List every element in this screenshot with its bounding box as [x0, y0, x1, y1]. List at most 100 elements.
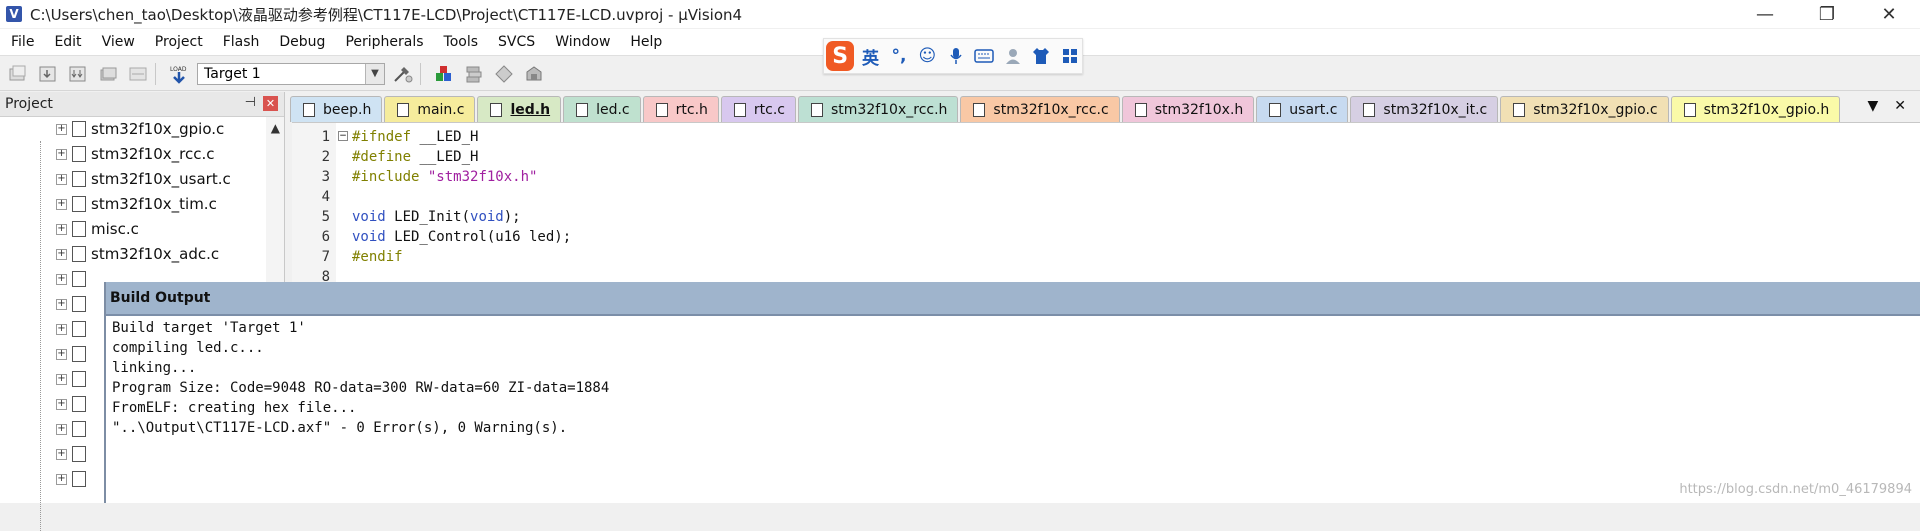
batch-build-icon[interactable] [96, 62, 120, 86]
expand-icon[interactable]: + [56, 398, 67, 410]
code-token: __LED_H [411, 149, 479, 165]
tab-stm32f10x-h[interactable]: stm32f10x.h [1121, 96, 1255, 122]
user-icon[interactable] [1001, 43, 1025, 69]
tree-item[interactable]: + stm32f10x_gpio.c [56, 117, 224, 141]
mic-icon[interactable] [944, 43, 968, 69]
translate-icon[interactable] [6, 62, 30, 86]
code-token: ); [503, 209, 521, 225]
file-icon [1134, 102, 1147, 117]
expand-icon[interactable]: + [56, 298, 67, 310]
tree-item[interactable]: + [56, 267, 91, 291]
tree-item[interactable]: + stm32f10x_rcc.c [56, 142, 215, 166]
build-icon[interactable] [36, 62, 60, 86]
menu-svcs[interactable]: SVCS [487, 29, 544, 55]
menu-edit[interactable]: Edit [43, 29, 90, 55]
tab-stm32f10x-gpio-c[interactable]: stm32f10x_gpio.c [1500, 96, 1669, 122]
tab-usart-c[interactable]: usart.c [1256, 96, 1349, 122]
chevron-down-icon[interactable]: ▼ [365, 63, 384, 84]
sogou-logo-icon[interactable]: S [826, 41, 855, 71]
expand-icon[interactable]: + [56, 423, 67, 435]
tab-stm32f10x-it-c[interactable]: stm32f10x_it.c [1350, 96, 1499, 122]
tree-item[interactable]: + [56, 392, 91, 416]
tree-item[interactable]: + [56, 292, 91, 316]
tree-item[interactable]: + stm32f10x_usart.c [56, 167, 231, 191]
tab-stm32f10x-rcc-h[interactable]: stm32f10x_rcc.h [797, 96, 959, 122]
expand-icon[interactable]: + [56, 198, 67, 210]
menu-flash[interactable]: Flash [212, 29, 269, 55]
file-extensions-icon[interactable] [462, 62, 486, 86]
menu-debug[interactable]: Debug [268, 29, 334, 55]
expand-icon[interactable]: + [56, 473, 67, 485]
tree-item-label: misc.c [91, 220, 139, 238]
expand-icon[interactable]: + [56, 173, 67, 185]
expand-icon[interactable]: + [56, 248, 67, 260]
code-token: LED_Control(u16 led); [385, 229, 572, 245]
pin-icon[interactable]: ⊣ [245, 95, 256, 110]
shirt-icon[interactable] [1029, 43, 1053, 69]
menu-window[interactable]: Window [544, 29, 619, 55]
expand-icon[interactable]: + [56, 273, 67, 285]
tree-item[interactable]: + misc.c [56, 217, 139, 241]
menu-view[interactable]: View [91, 29, 144, 55]
tree-item[interactable]: + [56, 317, 91, 341]
tab-beep-h[interactable]: beep.h [290, 96, 383, 122]
tree-item[interactable]: + stm32f10x_adc.c [56, 242, 219, 266]
tab-label: stm32f10x_it.c [1383, 101, 1488, 118]
expand-icon[interactable]: + [56, 348, 67, 360]
menu-project[interactable]: Project [144, 29, 212, 55]
tab-led-c[interactable]: led.c [563, 96, 641, 122]
minimize-button[interactable]: — [1734, 0, 1796, 28]
rebuild-icon[interactable] [66, 62, 90, 86]
tree-item[interactable]: + [56, 417, 91, 441]
code-token: #endif [352, 249, 403, 265]
target-select-value: Target 1 [204, 65, 261, 82]
expand-icon[interactable]: + [56, 123, 67, 135]
tab-list-dropdown-icon[interactable]: ▼ [1867, 98, 1878, 114]
line-number: 7 [321, 249, 330, 265]
tab-rtc-h[interactable]: rtc.h [642, 96, 719, 122]
output-line: FromELF: creating hex file... [112, 400, 357, 416]
expand-icon[interactable]: + [56, 373, 67, 385]
load-download-icon[interactable]: LOAD [167, 62, 191, 86]
target-select[interactable]: Target 1 ▼ [197, 62, 385, 85]
pack-installer-icon[interactable] [522, 62, 546, 86]
keyboard-icon[interactable] [972, 43, 996, 69]
manage-components-icon[interactable] [432, 62, 456, 86]
code-editor[interactable]: 1 2 3 4 5 6 7 8 − #ifndef __LED_H #defin… [292, 122, 1920, 285]
expand-icon[interactable]: + [56, 448, 67, 460]
menu-file[interactable]: File [0, 29, 43, 55]
target-options-icon[interactable] [391, 62, 415, 86]
tab-stm32f10x-gpio-h[interactable]: stm32f10x_gpio.h [1670, 96, 1841, 122]
stop-build-icon[interactable] [126, 62, 150, 86]
menu-peripherals[interactable]: Peripherals [334, 29, 432, 55]
close-tab-icon[interactable]: ✕ [1894, 98, 1906, 114]
expand-icon[interactable]: + [56, 148, 67, 160]
maximize-button[interactable]: ❐ [1796, 0, 1858, 28]
code-token: void [470, 209, 504, 225]
grid-icon[interactable] [1058, 43, 1082, 69]
tree-item[interactable]: + [56, 442, 91, 466]
tree-item[interactable]: + [56, 467, 91, 491]
menu-help[interactable]: Help [619, 29, 671, 55]
expand-icon[interactable]: + [56, 323, 67, 335]
tab-main-c[interactable]: main.c [384, 96, 476, 122]
scroll-up-icon[interactable]: ▲ [271, 121, 280, 135]
close-icon[interactable]: ✕ [263, 96, 278, 111]
ime-lang-toggle[interactable]: 英 [858, 43, 882, 69]
tree-item[interactable]: + stm32f10x_tim.c [56, 192, 217, 216]
copy-icon[interactable] [492, 62, 516, 86]
fold-collapse-icon[interactable]: − [338, 131, 348, 141]
tab-rtc-c[interactable]: rtc.c [720, 96, 796, 122]
punct-icon[interactable]: °, [887, 43, 911, 69]
tab-stm32f10x-rcc-c[interactable]: stm32f10x_rcc.c [960, 96, 1120, 122]
tab-label: stm32f10x_rcc.h [830, 101, 948, 118]
menu-tools[interactable]: Tools [433, 29, 488, 55]
tree-item[interactable]: + [56, 367, 91, 391]
close-window-button[interactable]: ✕ [1858, 0, 1920, 28]
expand-icon[interactable]: + [56, 223, 67, 235]
emoji-icon[interactable]: ☺ [915, 43, 939, 69]
tab-led-h[interactable]: led.h [477, 96, 562, 122]
tree-item[interactable]: + [56, 342, 91, 366]
code-line: #endif [352, 249, 403, 265]
line-number: 5 [321, 209, 330, 225]
